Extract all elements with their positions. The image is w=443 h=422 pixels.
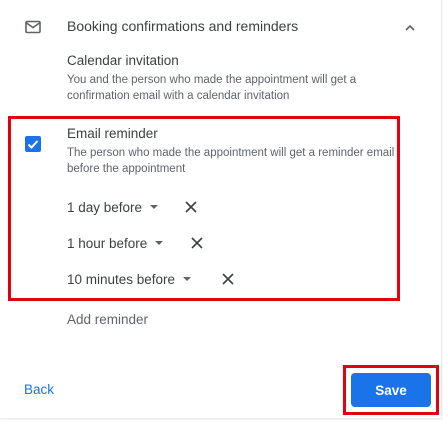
dropdown-arrow-icon xyxy=(183,277,192,281)
reminder-time-select[interactable]: 1 hour before xyxy=(67,231,164,255)
section-title: Booking confirmations and reminders xyxy=(67,18,299,34)
dropdown-arrow-icon xyxy=(150,205,159,209)
section-header[interactable]: Booking confirmations and reminders xyxy=(0,10,441,42)
calendar-invitation-title: Calendar invitation xyxy=(67,53,179,68)
add-reminder-button[interactable]: Add reminder xyxy=(67,312,148,327)
dropdown-arrow-icon xyxy=(155,241,164,245)
reminder-time-label: 1 day before xyxy=(67,199,143,215)
reminder-time-label: 10 minutes before xyxy=(67,271,176,287)
remove-reminder-close-icon[interactable] xyxy=(188,234,206,252)
calendar-invitation-description: You and the person who made the appointm… xyxy=(67,74,357,102)
remove-reminder-close-icon[interactable] xyxy=(219,270,237,288)
reminder-time-label: 1 hour before xyxy=(67,235,148,251)
booking-settings-panel: Booking confirmations and reminders Cale… xyxy=(0,0,442,418)
reminder-time-select[interactable]: 10 minutes before xyxy=(67,267,192,291)
checkmark-icon xyxy=(27,140,39,149)
mail-icon xyxy=(24,18,42,36)
email-reminder-description: The person who made the appointment will… xyxy=(67,147,395,175)
remove-reminder-close-icon[interactable] xyxy=(182,198,200,216)
reminder-time-select[interactable]: 1 day before xyxy=(67,195,159,219)
chevron-up-icon[interactable] xyxy=(402,20,418,36)
email-reminder-title: Email reminder xyxy=(67,126,158,141)
save-button[interactable]: Save xyxy=(351,373,431,407)
email-reminder-checkbox[interactable] xyxy=(25,136,41,152)
back-button[interactable]: Back xyxy=(24,382,54,397)
